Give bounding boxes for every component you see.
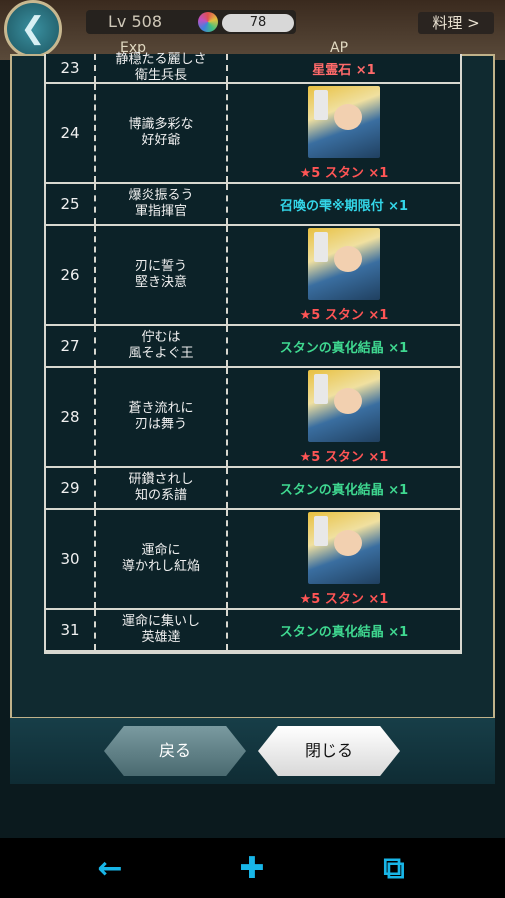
reward-cell: スタンの真化結晶 ×1 <box>228 610 460 650</box>
table-row: 24 博識多彩な 好好爺 ★5 スタン ×1 <box>46 84 460 184</box>
table-row: 28 蒼き流れに 刃は舞う ★5 スタン ×1 <box>46 368 460 468</box>
reward-cell: ★5 スタン ×1 <box>228 510 460 608</box>
reward-cell: スタンの真化結晶 ×1 <box>228 468 460 508</box>
table-row: 30 運命に 導かれし紅焔 ★5 スタン ×1 <box>46 510 460 610</box>
quest-name: 刃に誓う 堅き決意 <box>96 226 228 324</box>
table-row: 26 刃に誓う 堅き決意 ★5 スタン ×1 <box>46 226 460 326</box>
reward-cell: ★5 スタン ×1 <box>228 368 460 466</box>
nav-recent-icon[interactable]: ⧉ <box>372 852 416 886</box>
nav-back-icon[interactable]: ← <box>88 852 132 886</box>
row-number: 30 <box>46 510 96 608</box>
row-number: 27 <box>46 326 96 366</box>
quest-name: 佇むは 風そよぐ王 <box>96 326 228 366</box>
table-row: 29 研鑽されし 知の系譜 スタンの真化結晶 ×1 <box>46 468 460 510</box>
reward-text: ★5 スタン ×1 <box>299 591 389 607</box>
reward-text: スタンの真化結晶 ×1 <box>279 482 409 498</box>
reward-text: 星霊石 ×1 <box>312 62 376 78</box>
back-button[interactable]: 戻る <box>104 726 246 776</box>
row-number: 28 <box>46 368 96 466</box>
quest-name: 静穏たる麗しさ 衛生兵長 <box>96 52 228 83</box>
gem-orb-icon <box>198 12 218 32</box>
back-arrow-icon[interactable]: ❮ <box>4 0 62 58</box>
reward-text: スタンの真化結晶 ×1 <box>279 624 409 640</box>
row-number: 25 <box>46 184 96 224</box>
row-number: 24 <box>46 84 96 182</box>
reward-text: ★5 スタン ×1 <box>299 449 389 465</box>
quest-name: 運命に集いし 英雄達 <box>96 610 228 650</box>
stan-portrait-icon <box>308 511 380 584</box>
cooking-button[interactable]: 料理 > <box>418 12 494 34</box>
reward-cell: ★5 スタン ×1 <box>228 226 460 324</box>
quest-name: 運命に 導かれし紅焔 <box>96 510 228 608</box>
reward-table[interactable]: 23 静穏たる麗しさ 衛生兵長 星霊石 ×1 24 博識多彩な 好好爺 ★5 スタン ×1… <box>44 52 462 654</box>
gem-count: 78 <box>222 14 294 32</box>
table-row: 25 爆炎振るう 軍指揮官 召喚の雫※期限付 ×1 <box>46 184 460 226</box>
close-button[interactable]: 閉じる <box>258 726 400 776</box>
stan-portrait-icon <box>308 369 380 442</box>
reward-cell: 召喚の雫※期限付 ×1 <box>228 184 460 224</box>
stan-portrait-icon <box>308 85 380 158</box>
row-number: 31 <box>46 610 96 650</box>
row-number: 26 <box>46 226 96 324</box>
quest-name: 研鑽されし 知の系譜 <box>96 468 228 508</box>
reward-cell: ★5 スタン ×1 <box>228 84 460 182</box>
table-row: 27 佇むは 風そよぐ王 スタンの真化結晶 ×1 <box>46 326 460 368</box>
table-row: 31 運命に集いし 英雄達 スタンの真化結晶 ×1 <box>46 610 460 652</box>
reward-text: ★5 スタン ×1 <box>299 307 389 323</box>
reward-text: ★5 スタン ×1 <box>299 165 389 181</box>
table-row: 23 静穏たる麗しさ 衛生兵長 星霊石 ×1 <box>46 52 460 84</box>
level-label: Lv 508 <box>108 12 163 31</box>
stan-portrait-icon <box>308 227 380 300</box>
reward-text: スタンの真化結晶 ×1 <box>279 340 409 356</box>
nav-home-icon[interactable]: ✚ <box>230 852 274 886</box>
row-number: 29 <box>46 468 96 508</box>
quest-name: 蒼き流れに 刃は舞う <box>96 368 228 466</box>
reward-cell: スタンの真化結晶 ×1 <box>228 326 460 366</box>
quest-name: 博識多彩な 好好爺 <box>96 84 228 182</box>
row-number: 23 <box>46 54 96 82</box>
reward-text: 召喚の雫※期限付 ×1 <box>279 198 409 214</box>
button-panel <box>10 718 495 784</box>
reward-cell: 星霊石 ×1 <box>228 54 460 82</box>
quest-name: 爆炎振るう 軍指揮官 <box>96 184 228 224</box>
